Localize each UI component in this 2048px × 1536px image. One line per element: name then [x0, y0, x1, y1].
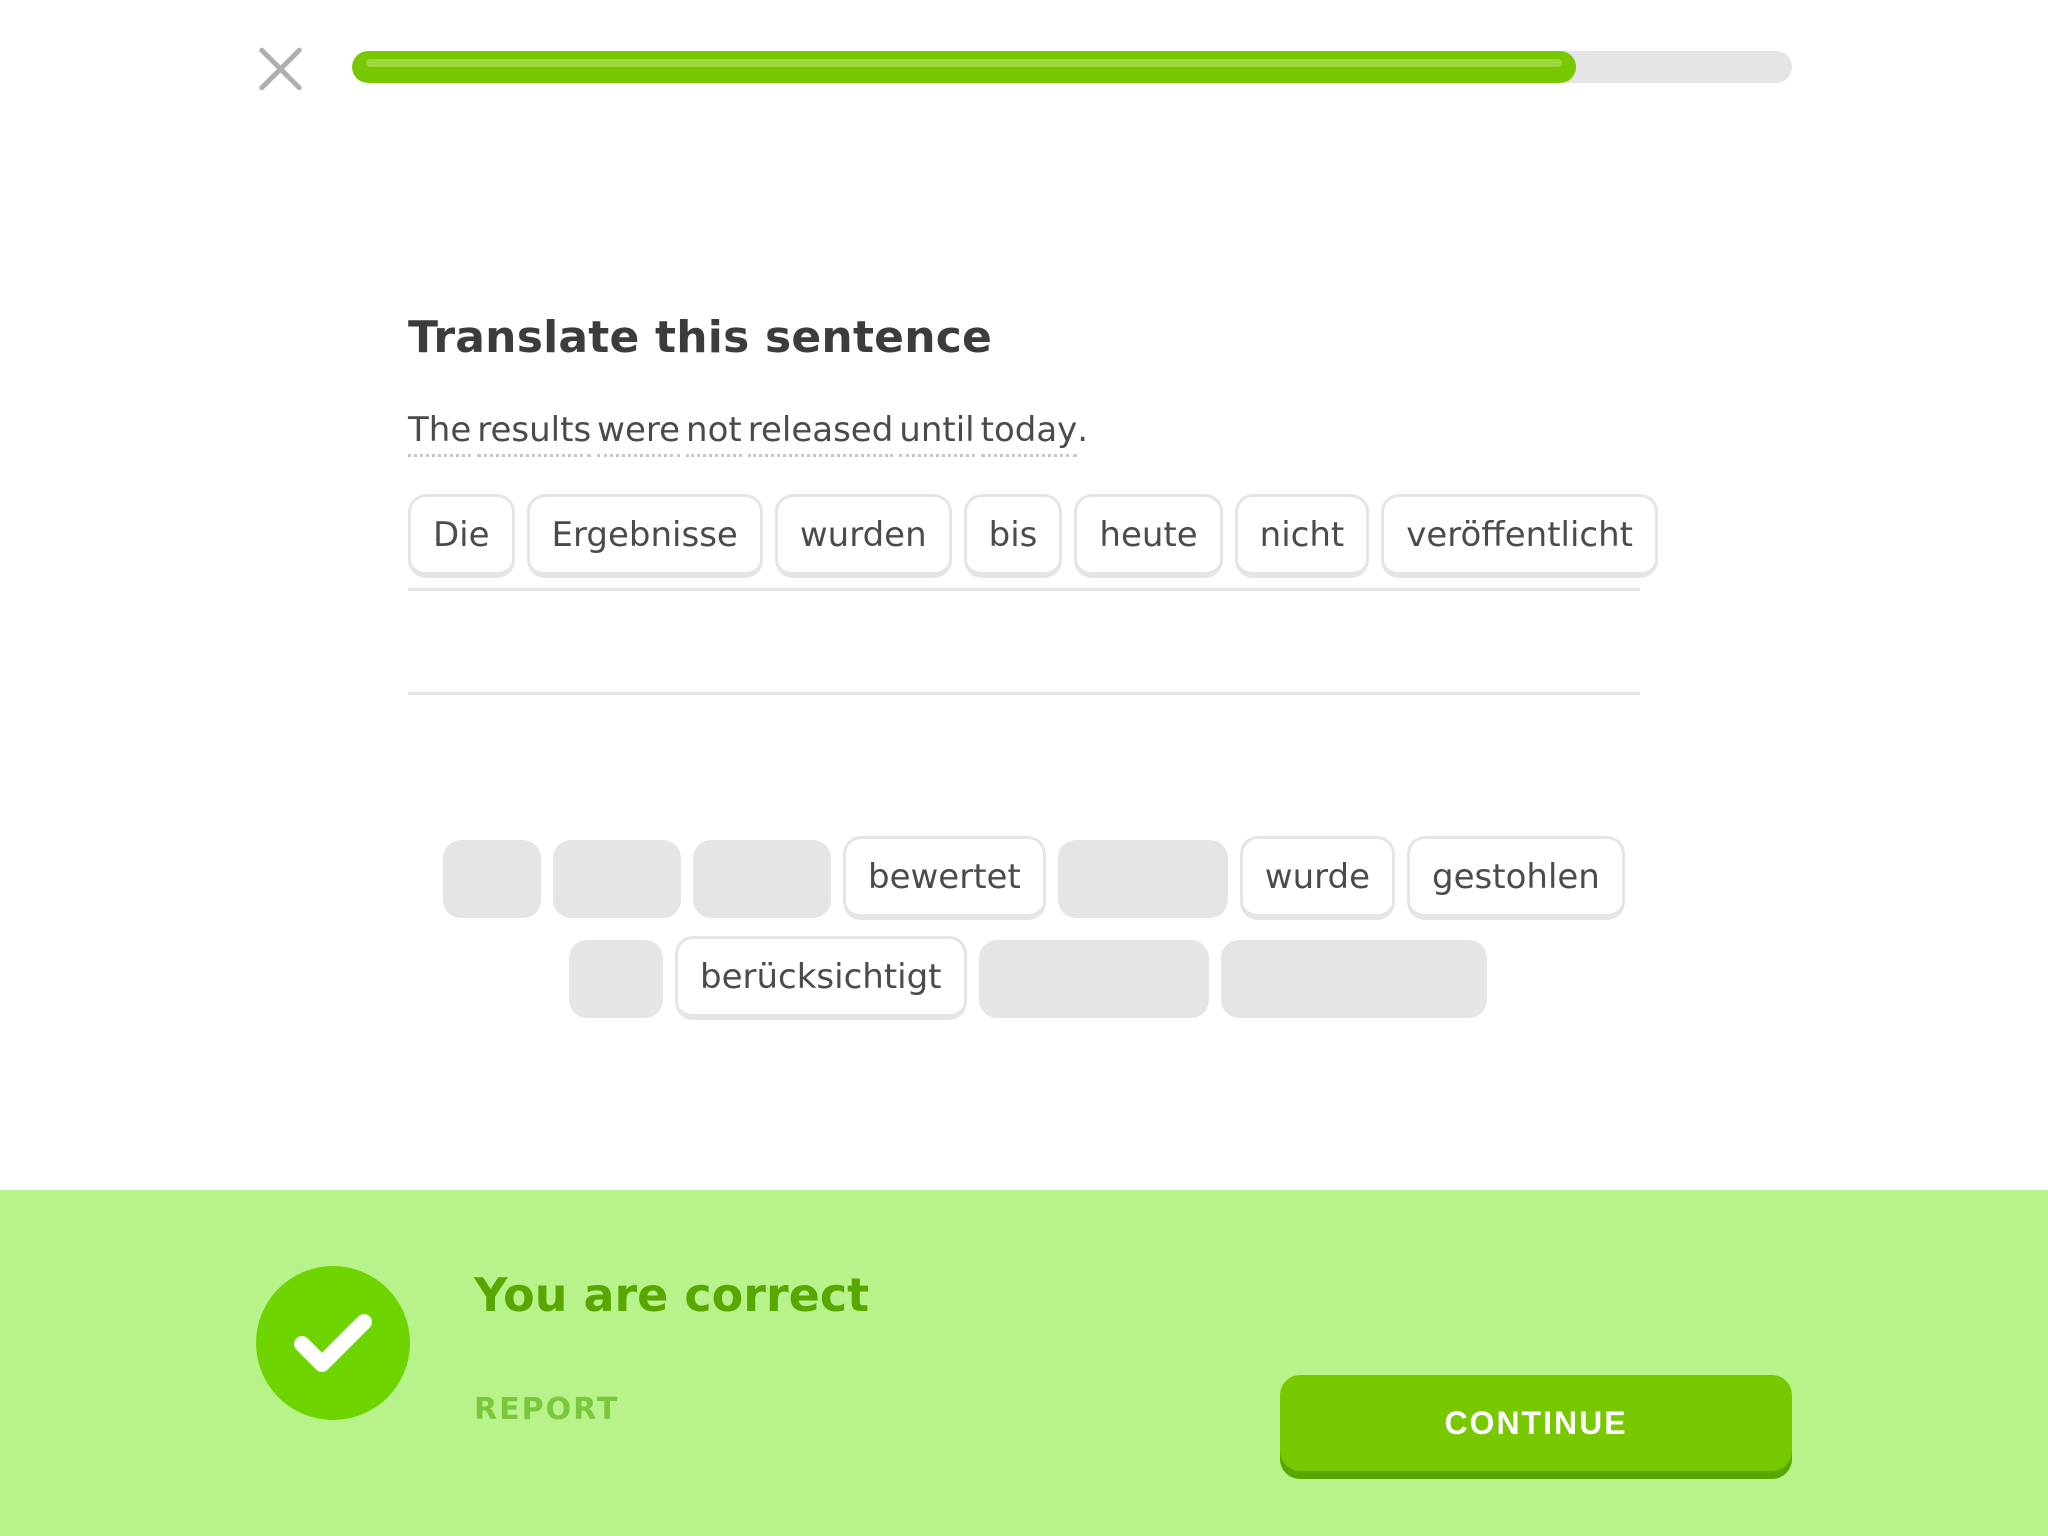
source-word[interactable]: released — [747, 410, 894, 457]
word-bank-empty-slot — [569, 940, 663, 1018]
answer-tile[interactable]: wurden — [774, 494, 952, 578]
source-word[interactable]: not — [686, 410, 742, 457]
source-word[interactable]: were — [597, 410, 681, 457]
source-punctuation: . — [1077, 410, 1089, 450]
answer-area: Die Ergebnisse wurden bis heute nicht veröffen… — [408, 494, 1658, 695]
source-word[interactable]: results — [477, 410, 592, 457]
word-bank-tile[interactable]: berücksichtigt — [675, 936, 967, 1020]
word-bank-tile[interactable]: bewertet — [843, 836, 1046, 920]
word-bank-row-1: bewertet wurde gestohlen — [443, 836, 1625, 920]
lesson-progress-bar — [352, 51, 1792, 83]
word-bank-empty-slot — [1057, 840, 1228, 918]
word-bank-empty-slot — [553, 840, 681, 918]
prompt-title: Translate this sentence — [408, 312, 993, 363]
continue-button[interactable]: CONTINUE — [1280, 1375, 1792, 1471]
word-bank-tile[interactable]: gestohlen — [1407, 836, 1625, 920]
report-button[interactable]: REPORT — [474, 1392, 619, 1427]
answer-tile[interactable]: Ergebnisse — [526, 494, 763, 578]
answer-tile[interactable]: bis — [963, 494, 1063, 578]
close-icon[interactable] — [254, 42, 306, 94]
word-bank-empty-slot — [1220, 940, 1487, 1018]
word-bank-empty-slot — [693, 840, 831, 918]
source-word[interactable]: today — [980, 410, 1078, 457]
word-bank-empty-slot — [443, 840, 541, 918]
answer-tile[interactable]: veröffentlicht — [1381, 494, 1658, 578]
word-bank-row-2: berücksichtigt — [569, 936, 1487, 1020]
lesson-progress-fill — [352, 51, 1576, 83]
source-word[interactable]: The — [408, 410, 472, 457]
progress-highlight — [366, 59, 1562, 67]
answer-tiles-row: Die Ergebnisse wurden bis heute nicht veröffen… — [408, 494, 1658, 580]
word-bank-tile[interactable]: wurde — [1239, 836, 1396, 920]
answer-tile[interactable]: heute — [1074, 494, 1223, 578]
checkmark-icon — [256, 1266, 410, 1420]
feedback-title: You are correct — [474, 1268, 870, 1322]
answer-tile[interactable]: nicht — [1234, 494, 1370, 578]
word-bank-empty-slot — [978, 940, 1209, 1018]
source-sentence: The results were not released until today. — [408, 410, 1088, 457]
source-word[interactable]: until — [899, 410, 975, 457]
answer-tile[interactable]: Die — [408, 494, 515, 578]
answer-line-2 — [408, 692, 1640, 695]
answer-line-1 — [408, 588, 1640, 591]
